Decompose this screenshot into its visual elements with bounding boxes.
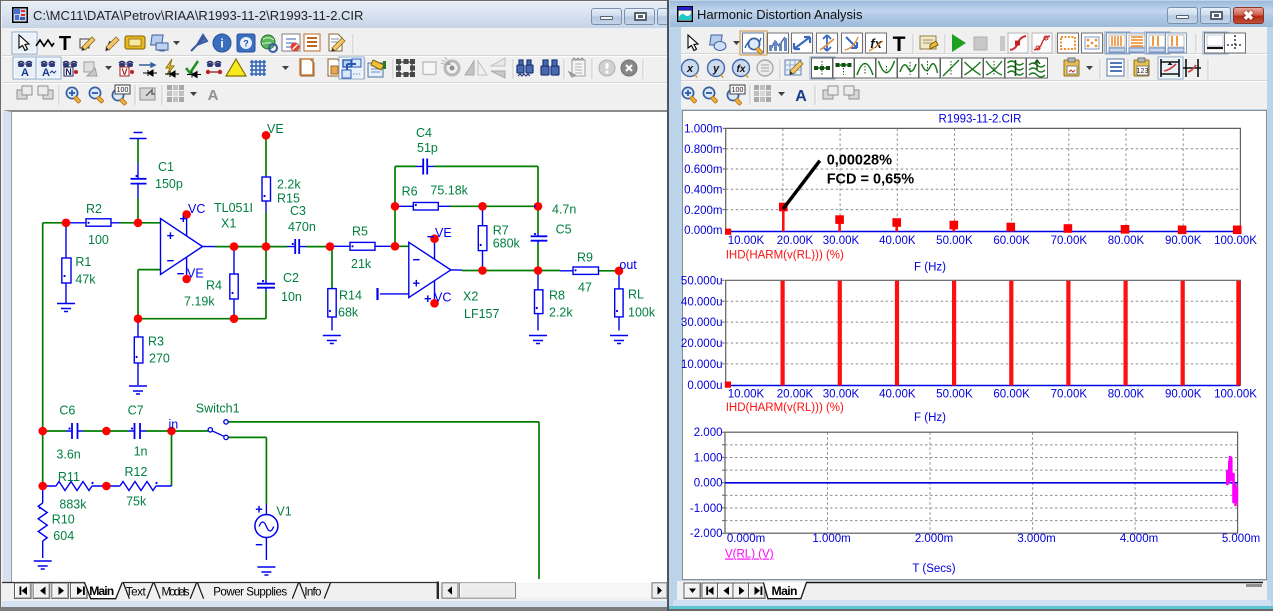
- svg-text:Main: Main: [89, 584, 114, 598]
- svg-text:Info: Info: [304, 585, 321, 598]
- svg-text:Main: Main: [772, 584, 798, 598]
- svg-text:Models: Models: [162, 585, 190, 598]
- svg-text:Power Supplies: Power Supplies: [213, 585, 287, 598]
